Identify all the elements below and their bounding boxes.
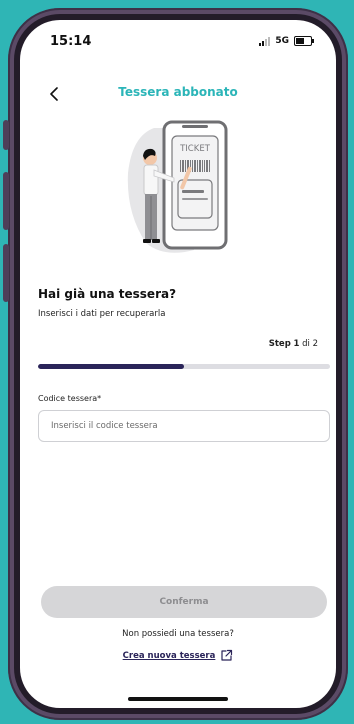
status-bar: 15:14 5G (20, 20, 336, 60)
phone-volume-down-button (3, 244, 9, 302)
step-total: di 2 (302, 339, 318, 349)
step-progress-bar (38, 364, 330, 369)
card-code-label: Codice tessera* (38, 394, 102, 403)
phone-side-button (3, 120, 9, 150)
battery-icon (294, 36, 314, 46)
ticket-label: TICKET (179, 144, 211, 154)
phone-volume-up-button (3, 172, 9, 230)
step-progress-fill (38, 364, 184, 369)
step-label: Step (268, 339, 291, 349)
page-title: Tessera abbonato (118, 85, 238, 99)
no-card-text: Non possiedi una tessera? (122, 629, 234, 639)
home-indicator (128, 697, 228, 701)
step-indicator: Step 1 di 2 (269, 339, 318, 349)
external-link-icon (221, 649, 233, 661)
phone-screen: 15:14 5G Tessera abbonato TICKET Hai già… (20, 20, 336, 708)
confirm-button[interactable]: Conferma (41, 586, 327, 618)
status-indicators: 5G (259, 36, 314, 46)
app-header: Tessera abbonato (20, 82, 336, 106)
section-heading: Hai già una tessera? (38, 287, 177, 301)
card-code-input[interactable] (38, 410, 330, 442)
section-subheading: Inserisci i dati per recuperarla (38, 309, 166, 319)
step-current: 1 (293, 339, 300, 349)
create-card-label[interactable]: Crea nuova tessera (123, 651, 216, 661)
ticket-illustration: TICKET (127, 120, 228, 253)
network-label: 5G (275, 36, 289, 46)
signal-icon (259, 36, 271, 46)
status-time: 15:14 (50, 34, 92, 49)
create-card-link[interactable]: Crea nuova tessera (20, 649, 336, 662)
